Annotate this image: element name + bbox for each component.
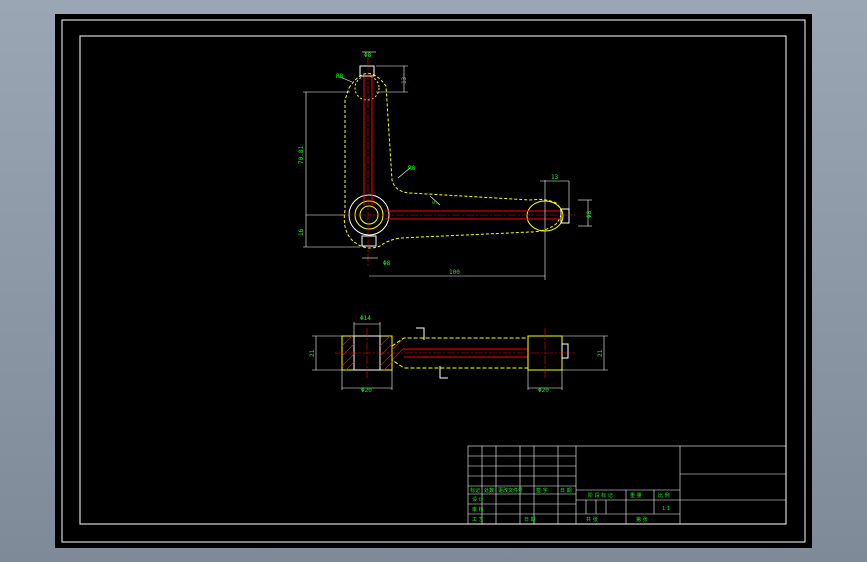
dim-hub-dia: Φ20 [361, 387, 372, 394]
dim-bend-radius: R8 [408, 165, 416, 172]
top-nub [359, 65, 375, 77]
dim-top-width: Φ8 [364, 52, 372, 59]
dim-arm-width: 5 [432, 200, 439, 204]
tb-stage: 阶 段 标 记 [588, 492, 613, 499]
dim-end-dia: Φ20 [538, 387, 549, 394]
outer-frame [61, 19, 806, 543]
dim-right-height: 21 [597, 349, 604, 357]
tb-mark: 标记 [470, 487, 480, 494]
section-view: Φ14 21 Φ20 Φ20 21 [309, 315, 608, 394]
dim-height: 70.81 [298, 146, 305, 164]
dim-length: 100 [449, 269, 460, 276]
dim-top-offset: 13 [401, 76, 408, 84]
tb-sheet-no: 第 张 [636, 516, 648, 523]
dim-arm-end-bore: Φ8 [586, 210, 593, 218]
tb-count: 处数 [484, 487, 494, 494]
tb-change-doc: 更改文件号 [498, 487, 523, 494]
dim-bottom-offset: 16 [298, 228, 305, 236]
tb-scale: 比 例 [658, 492, 670, 499]
tb-approve: 日 期 [524, 517, 536, 523]
cad-drawing: Φ8 R8 13 70.81 R8 16 Φ8 100 13 5 Φ8 Φ14 … [61, 19, 806, 543]
dim-left-height: 21 [309, 349, 316, 357]
bottom-nub [361, 235, 377, 247]
tb-review: 审 核 [472, 506, 484, 513]
tb-process: 工 艺 [472, 517, 484, 523]
tb-sheet-total: 共 张 [586, 516, 598, 523]
tb-design: 设 计 [472, 496, 484, 503]
tb-date: 日 期 [560, 488, 572, 494]
dim-hub-bore: Φ8 [383, 260, 391, 267]
tb-weight: 重 量 [630, 492, 642, 499]
dim-arm-end-offset: 13 [551, 174, 559, 181]
dim-top-radius: R8 [336, 73, 344, 80]
title-block-text: 标记 处数 更改文件号 签 字 日 期 设 计 审 核 工 艺 日 期 阶 段 … [470, 487, 670, 523]
top-end-circle [354, 75, 380, 101]
plan-view: Φ8 R8 13 70.81 R8 16 Φ8 100 13 5 Φ8 [298, 51, 593, 280]
tb-scale-value: 1:1 [662, 506, 670, 512]
title-block [467, 445, 787, 525]
end-nub [561, 343, 569, 359]
tb-sign: 签 字 [536, 487, 548, 494]
dim-hub-top: Φ14 [360, 315, 371, 322]
cad-viewport: Φ8 R8 13 70.81 R8 16 Φ8 100 13 5 Φ8 Φ14 … [0, 0, 867, 562]
